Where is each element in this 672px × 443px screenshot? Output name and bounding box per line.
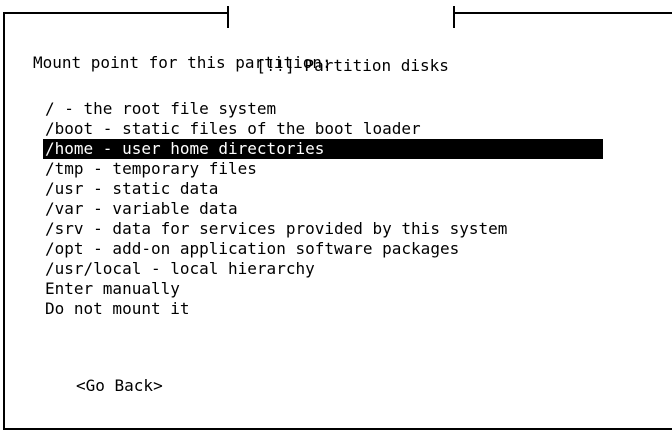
option-usr-local[interactable]: /usr/local - local hierarchy xyxy=(43,259,603,279)
title-left-border xyxy=(227,6,229,28)
go-back-button[interactable]: <Go Back> xyxy=(76,376,163,395)
mount-point-prompt: Mount point for this partition: xyxy=(33,53,332,72)
dialog-title-box: [!!] Partition disks xyxy=(227,6,455,75)
option-var[interactable]: /var - variable data xyxy=(43,199,603,219)
option-enter-manually[interactable]: Enter manually xyxy=(43,279,603,299)
option-tmp[interactable]: /tmp - temporary files xyxy=(43,159,603,179)
title-right-border xyxy=(452,6,455,28)
option-do-not-mount[interactable]: Do not mount it xyxy=(43,299,603,319)
option-root[interactable]: / - the root file system xyxy=(43,99,603,119)
option-srv[interactable]: /srv - data for services provided by thi… xyxy=(43,219,603,239)
mount-point-list: / - the root file system /boot - static … xyxy=(43,99,603,319)
option-home[interactable]: /home - user home directories xyxy=(43,139,603,159)
option-opt[interactable]: /opt - add-on application software packa… xyxy=(43,239,603,259)
option-boot[interactable]: /boot - static files of the boot loader xyxy=(43,119,603,139)
option-usr[interactable]: /usr - static data xyxy=(43,179,603,199)
